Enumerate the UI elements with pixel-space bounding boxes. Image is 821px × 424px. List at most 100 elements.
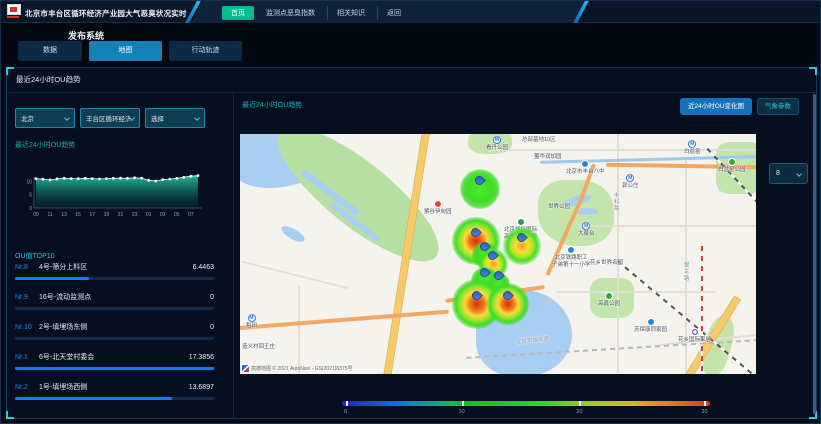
nav-item-2[interactable]: 监测点恶臭指数 — [257, 6, 324, 20]
map-label: 花乡国际家居 — [678, 328, 711, 344]
map-road — [556, 291, 716, 293]
app-title: 北京市丰台区循环经济产业园大气恶臭状况实时 — [25, 8, 187, 19]
station-name: 2号-填埋场东侧 — [39, 322, 206, 332]
ou-value: 6.4463 — [193, 264, 214, 271]
metro-icon: M — [688, 140, 696, 148]
map-button-2[interactable]: 气象参数 — [757, 98, 799, 115]
map-label: 花乡世界名园 — [590, 260, 623, 267]
ou-color-scale: 0 10 20 30 — [342, 401, 710, 417]
filter-select-2[interactable]: 丰台区循环经济产 — [80, 108, 140, 128]
view-tabs: 数据地图行动轨迹 — [18, 41, 242, 61]
amap-logo-icon — [242, 365, 249, 372]
ou-top-list-row: Nr.16号-北天堂村委会17.3856 — [15, 352, 214, 382]
svg-text:10: 10 — [26, 179, 32, 185]
scale-tick-label: 30 — [701, 409, 707, 415]
top-nav: 首页监测点恶臭指数相关知识返回 — [222, 5, 410, 20]
map-label: 白盆窑公园 — [718, 158, 746, 174]
svg-text:01: 01 — [146, 212, 152, 218]
chevron-down-icon — [796, 171, 802, 177]
color-scale-bar — [342, 401, 710, 406]
map-label: M郭公庄 — [622, 174, 639, 190]
map-section-title: 最近24小时OU趋势 — [242, 100, 302, 110]
filter-value: 丰台区循环经济产 — [86, 113, 130, 123]
ou-trend-chart: 0911131517192123010305070510 — [22, 168, 207, 220]
map-pond — [576, 208, 598, 215]
app-logo-icon — [7, 4, 22, 20]
map-road — [241, 261, 348, 290]
metro-icon: M — [493, 136, 501, 144]
map-road — [578, 225, 756, 227]
ou-value: 0 — [210, 294, 214, 301]
rank-label: Nr.2 — [15, 384, 39, 391]
golf-icon — [517, 218, 525, 226]
map-railway-red — [701, 246, 703, 373]
chevron-down-icon — [64, 115, 70, 121]
map-label: 总部基地10区 — [522, 137, 556, 144]
map-road — [486, 149, 756, 151]
bar-track — [15, 337, 214, 340]
svg-text:03: 03 — [160, 212, 166, 218]
map-attribution-text: 高德地图 © 2021 AutoNavi - GS(2021)6375号 — [251, 365, 353, 372]
tab-3[interactable]: 行动轨迹 — [169, 41, 242, 61]
scale-tick-label: 0 — [344, 409, 347, 415]
scrollbar[interactable] — [813, 94, 816, 414]
filter-value: 北京 — [21, 113, 34, 123]
heatmap-blob — [487, 283, 529, 325]
panel-corner-accent — [6, 411, 14, 419]
ou-value: 13.6897 — [189, 384, 214, 391]
panel-corner-accent — [809, 67, 817, 75]
rank-label: Nr.9 — [15, 294, 39, 301]
map-label: M稻田 — [246, 314, 257, 330]
map-button-1[interactable]: 近24小时OU变化图 — [680, 98, 752, 115]
rank-label: Nr.1 — [15, 354, 39, 361]
bar-fill — [15, 277, 89, 280]
nav-item-3[interactable]: 相关知识 — [327, 6, 374, 20]
school-icon — [567, 246, 575, 254]
map-label: 造义村回王庄 — [242, 344, 275, 351]
hour-select[interactable]: 8 — [769, 163, 808, 184]
metro-icon: M — [248, 314, 256, 322]
map-label: M看丹公园 — [486, 136, 508, 152]
map-buttons: 近24小时OU变化图气象参数 — [680, 98, 799, 115]
metro-icon: M — [582, 222, 590, 230]
poi-purple-icon — [691, 328, 699, 336]
panel-title: 最近24小时OU趋势 — [16, 74, 81, 85]
map-road — [617, 134, 619, 373]
svg-text:09: 09 — [33, 212, 39, 218]
map-canvas[interactable]: 高德地图 © 2021 AutoNavi - GS(2021)6375号 M看丹… — [240, 134, 756, 374]
chevron-down-icon — [129, 115, 135, 121]
bar-track — [15, 277, 214, 280]
map-label: M大葆台 — [578, 222, 595, 238]
map-label: 紫谷伊甸园 — [424, 200, 452, 216]
map-label: 樊羊路 — [682, 262, 689, 282]
chevron-down-icon — [194, 115, 200, 121]
nav-item-1[interactable]: 首页 — [222, 6, 254, 20]
nav-item-4[interactable]: 返回 — [377, 6, 410, 20]
filter-row: 北京 丰台区循环经济产 选择 — [15, 108, 205, 128]
svg-text:21: 21 — [118, 212, 124, 218]
hour-select-value: 8 — [776, 170, 780, 177]
svg-text:11: 11 — [47, 212, 52, 218]
bar-track — [15, 367, 214, 370]
scale-tick-label: 20 — [576, 409, 582, 415]
ou-top-list-row: Nr.916号-流动监测点0 — [15, 292, 214, 322]
map-road — [298, 286, 300, 373]
scale-tick-label: 10 — [459, 409, 465, 415]
ou-top-list: Nr.84号-筛分上料区6.4463Nr.916号-流动监测点0Nr.102号-… — [15, 262, 214, 412]
svg-text:5: 5 — [29, 193, 32, 199]
ou-top-list-row: Nr.84号-筛分上料区6.4463 — [15, 262, 214, 292]
svg-text:15: 15 — [75, 212, 81, 218]
park-icon — [728, 158, 736, 166]
filter-select-1[interactable]: 北京 — [15, 108, 75, 128]
rank-label: Nr.10 — [15, 324, 39, 331]
filter-select-3[interactable]: 选择 — [145, 108, 205, 128]
top-bar: 北京市丰台区循环经济产业园大气恶臭状况实时 首页监测点恶臭指数相关知识返回 — [1, 1, 821, 23]
map-road-orange — [240, 310, 449, 331]
scale-tick — [462, 401, 464, 406]
tab-2[interactable]: 地图 — [89, 41, 162, 61]
park-icon — [605, 292, 613, 300]
ou-top-list-row: Nr.21号-填埋场西侧13.6897 — [15, 382, 214, 412]
svg-text:0: 0 — [29, 206, 32, 212]
tab-1[interactable]: 数据 — [18, 41, 82, 61]
station-name: 6号-北天堂村委会 — [39, 352, 185, 362]
